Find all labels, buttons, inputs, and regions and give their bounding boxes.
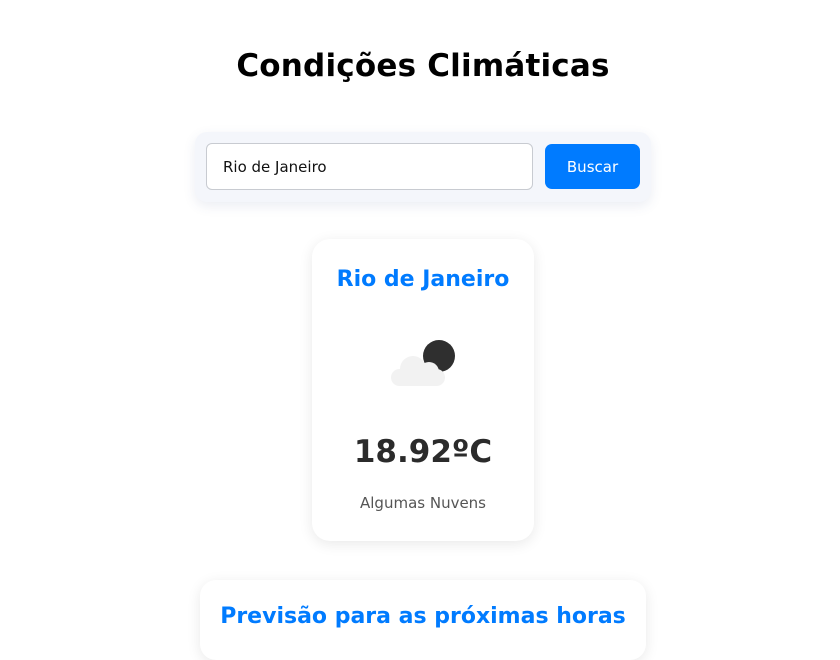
search-panel: Buscar — [195, 132, 651, 202]
weather-description: Algumas Nuvens — [360, 494, 486, 512]
temperature-value: 18.92ºC — [353, 434, 493, 470]
city-name: Rio de Janeiro — [336, 267, 510, 292]
few-clouds-night-icon — [391, 340, 455, 386]
forecast-card: Previsão para as próximas horas — [200, 580, 646, 660]
forecast-title: Previsão para as próximas horas — [220, 604, 626, 629]
page-title: Condições Climáticas — [236, 48, 610, 84]
current-weather-card: Rio de Janeiro 18.92ºC Algumas Nuvens — [312, 239, 534, 541]
search-button[interactable]: Buscar — [545, 144, 640, 189]
city-search-input[interactable] — [206, 143, 533, 190]
